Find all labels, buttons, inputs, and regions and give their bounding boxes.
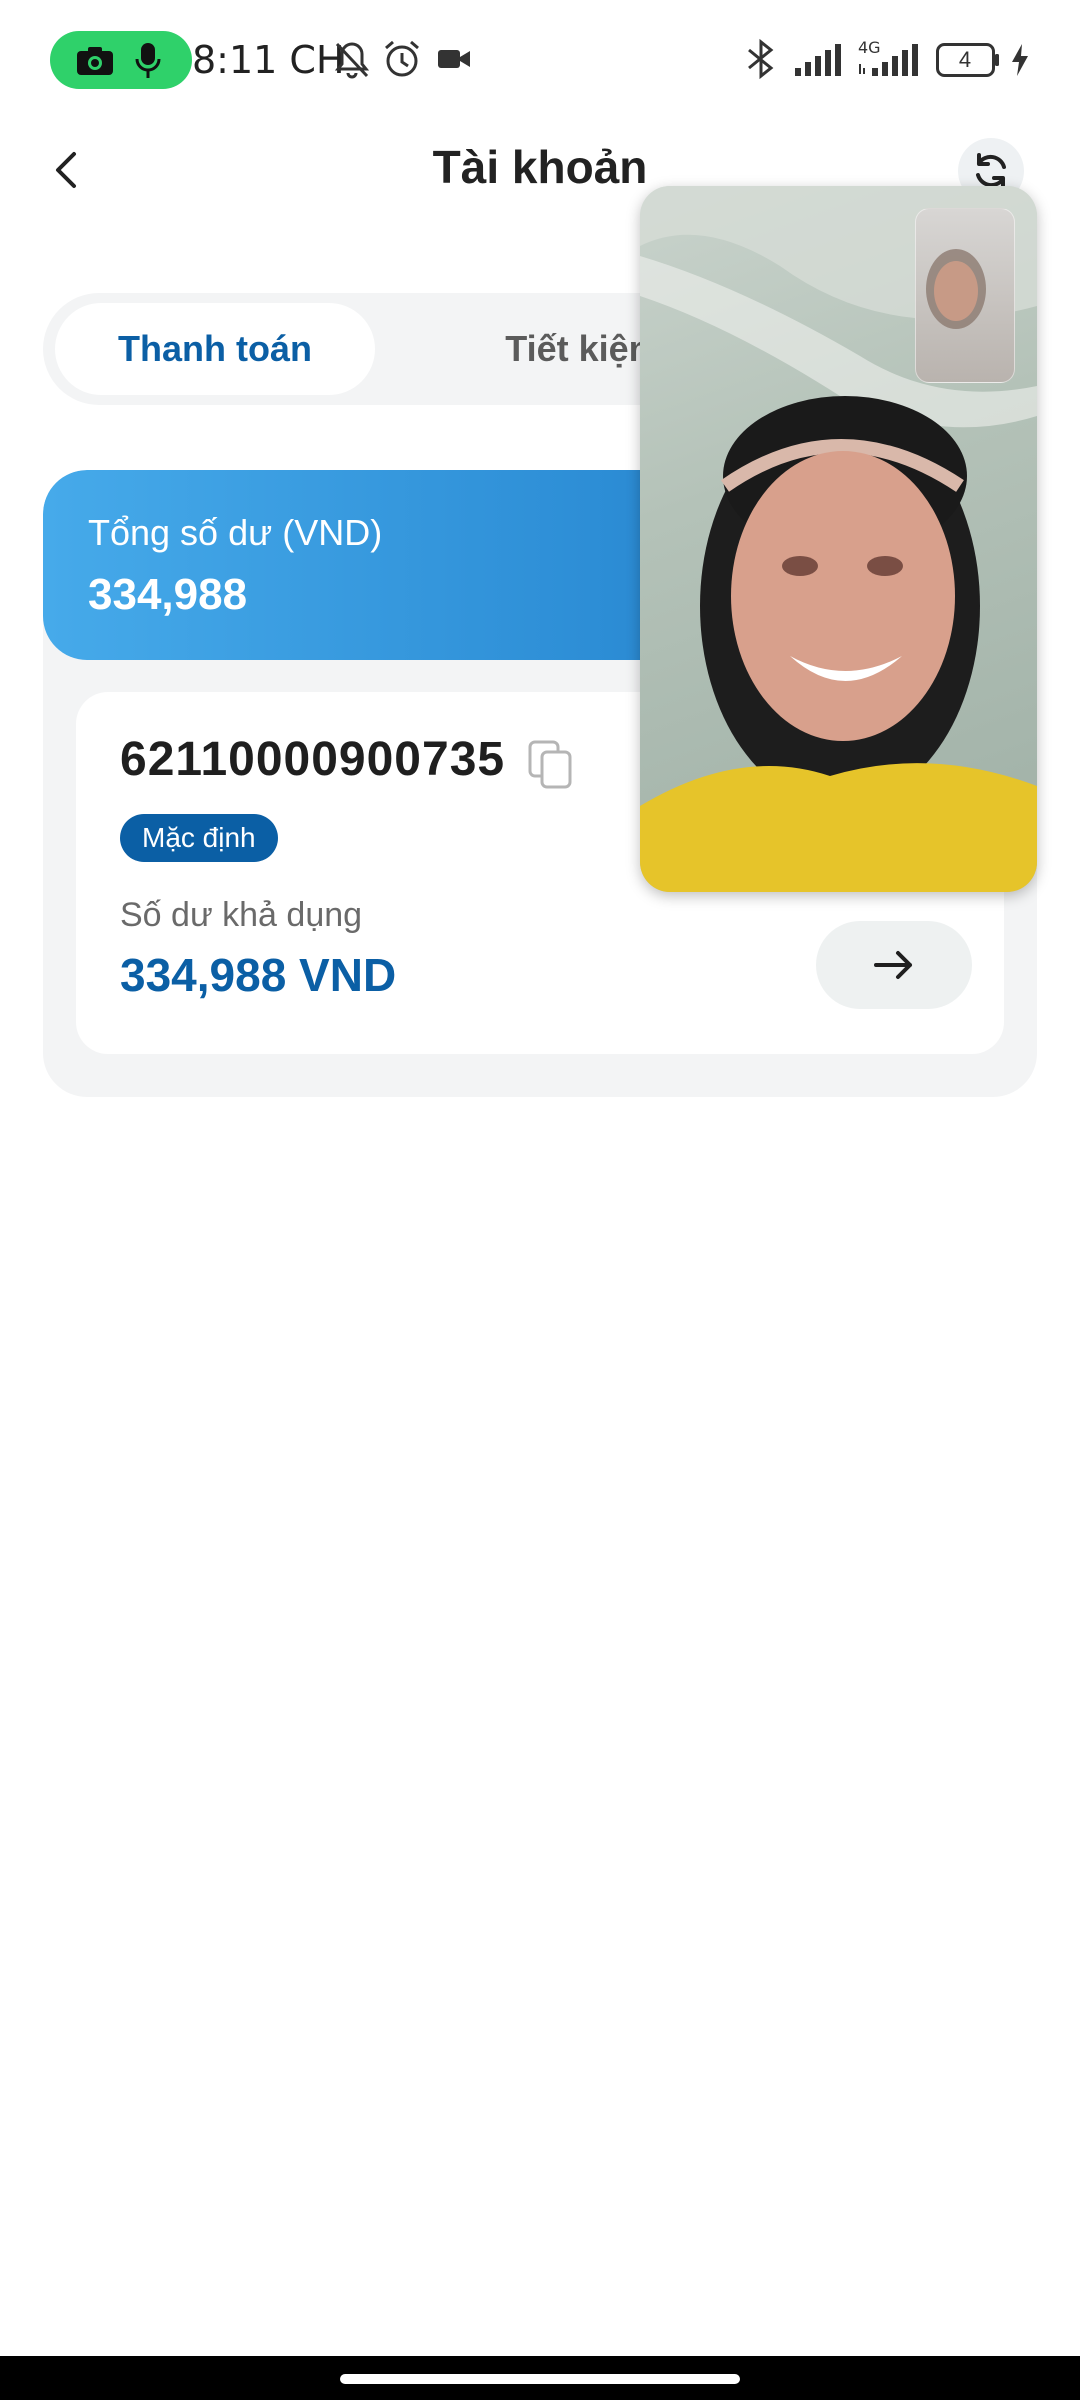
available-balance-label: Số dư khả dụng [120, 896, 363, 934]
available-balance-value: 334,988 VND [120, 949, 397, 1001]
self-view-image [926, 249, 986, 329]
video-call-overlay[interactable] [640, 186, 1037, 892]
bluetooth-icon [748, 38, 774, 80]
self-view-preview[interactable] [915, 208, 1015, 383]
signal-icon [795, 44, 841, 76]
bell-off-icon [334, 42, 370, 79]
account-detail-button[interactable] [816, 921, 972, 1009]
alarm-icon [385, 40, 419, 77]
video-icon [438, 50, 470, 68]
copy-icon [528, 740, 572, 789]
battery-icon: 4 [936, 43, 1000, 77]
account-number: 62110000900735 [120, 733, 506, 786]
charging-icon [1012, 44, 1028, 76]
tab-thanh-toan[interactable]: Thanh toán [55, 303, 375, 395]
home-indicator[interactable] [340, 2374, 740, 2384]
recording-indicator[interactable] [50, 31, 192, 89]
status-time: 8:11 CH [192, 38, 345, 82]
copy-button[interactable] [528, 740, 574, 795]
total-balance-value: 334,988 [88, 570, 248, 619]
status-bar: 8:11 CH 4G 4 [0, 0, 1080, 120]
navigation-bar [0, 2356, 1080, 2400]
signal-icon [859, 44, 918, 76]
total-balance-label: Tổng số dư (VND) [88, 512, 383, 553]
battery-level: 4 [958, 47, 972, 72]
default-badge: Mặc định [120, 814, 278, 862]
screen: 8:11 CH 4G 4 Tài khoản Thanh toán Tiết k… [0, 0, 1080, 2400]
mic-icon [135, 43, 161, 78]
camera-icon [77, 47, 113, 75]
arrow-right-icon [874, 951, 912, 979]
refresh-icon [976, 153, 1006, 189]
